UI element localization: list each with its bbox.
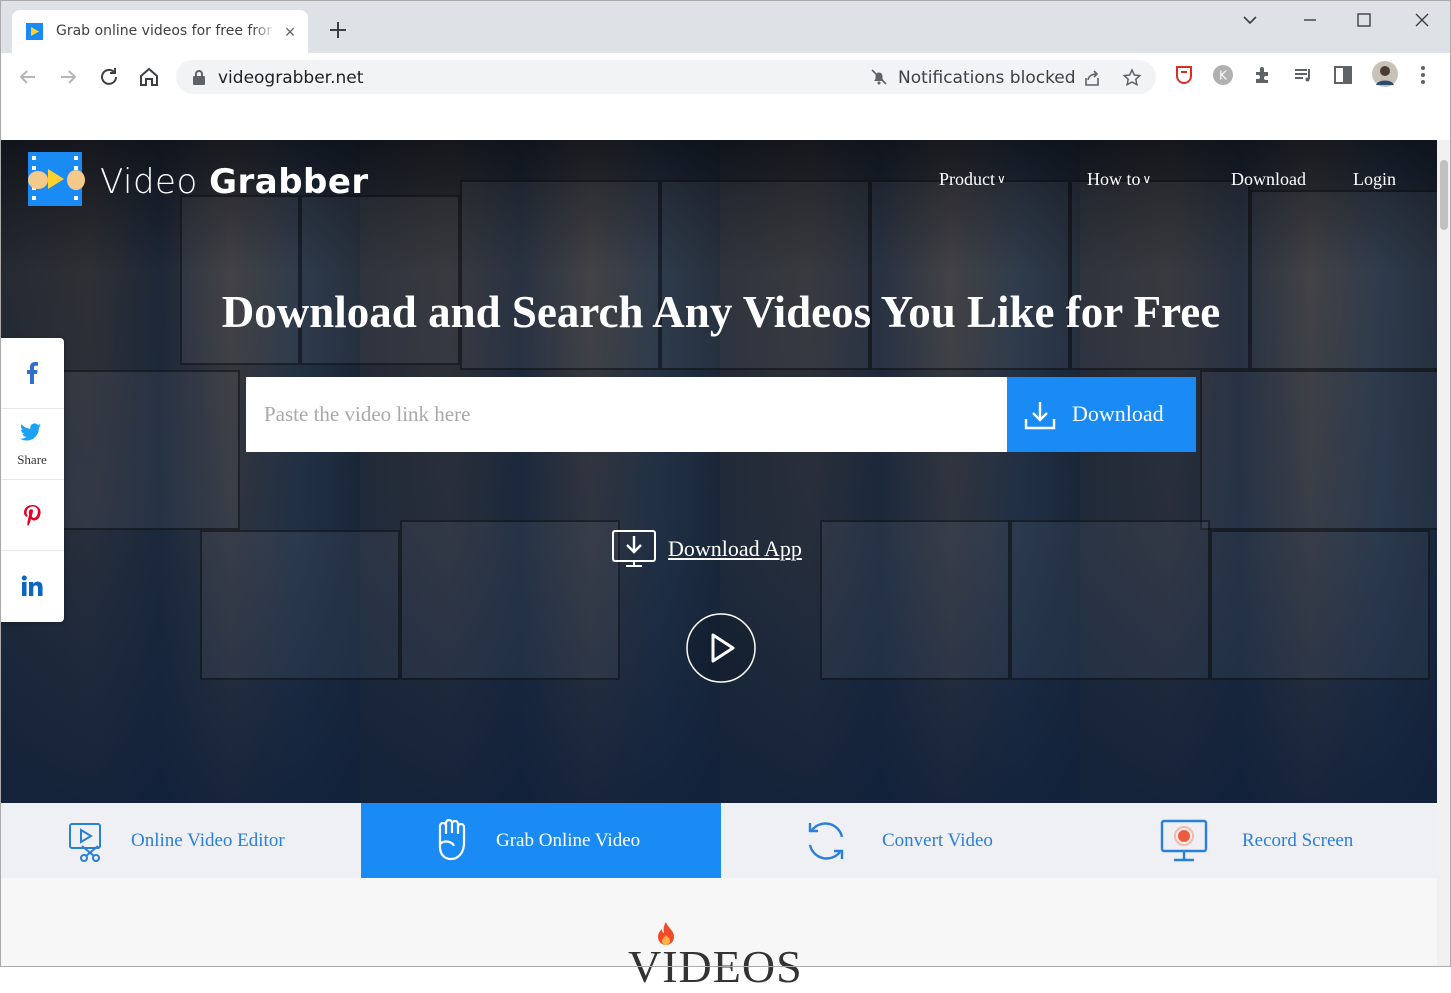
share-facebook[interactable] — [0, 338, 64, 409]
play-video-icon[interactable] — [686, 613, 756, 683]
share-page-icon[interactable] — [1082, 68, 1102, 88]
linkedin-icon — [21, 575, 43, 596]
tab-title-fade — [252, 20, 276, 42]
video-editor-icon — [69, 823, 101, 862]
address-bar[interactable]: videograbber.net Notifications blocked — [176, 60, 1156, 94]
media-control-icon[interactable] — [1292, 64, 1314, 86]
chevron-down-icon: ∨ — [1142, 172, 1152, 186]
tab-close-icon[interactable]: × — [280, 22, 300, 42]
close-window-icon[interactable] — [1408, 6, 1436, 34]
logo-bold-text: Grabber — [209, 162, 369, 202]
pinterest-icon — [24, 505, 41, 526]
new-tab-icon[interactable] — [326, 18, 350, 42]
back-icon[interactable] — [16, 65, 40, 89]
download-app-icon — [612, 530, 656, 567]
feature-online-video-editor[interactable]: Online Video Editor — [0, 803, 361, 878]
url-text[interactable]: videograbber.net — [218, 68, 363, 88]
profile-avatar[interactable] — [1372, 61, 1398, 87]
page-top-gap — [0, 100, 1451, 140]
browser-toolbar: videograbber.net Notifications blocked K — [0, 53, 1451, 100]
video-link-input[interactable] — [246, 377, 1007, 452]
video-grabber-logo-icon[interactable] — [26, 152, 86, 206]
forward-icon[interactable] — [56, 65, 80, 89]
side-panel-icon[interactable] — [1332, 64, 1354, 86]
grab-hand-icon — [438, 818, 466, 861]
scrollbar-thumb[interactable] — [1440, 160, 1448, 230]
tab-title: Grab online videos for free from — [56, 23, 272, 39]
site-logo-text[interactable]: Video Grabber — [100, 162, 369, 202]
browser-menu-icon[interactable] — [1412, 64, 1434, 86]
chevron-down-icon: ∨ — [997, 172, 1006, 186]
feature-convert-video[interactable]: Convert Video — [721, 803, 1079, 878]
twitter-icon — [20, 423, 42, 441]
feature-convert-video-label: Convert Video — [882, 830, 993, 851]
twitter-share-label: Share — [17, 452, 47, 467]
hero-section: Video Grabber Product ∨ How to ∨ Download … — [0, 140, 1437, 803]
lock-icon[interactable] — [192, 69, 206, 85]
tab-search-chevron-down-icon[interactable] — [1236, 6, 1264, 34]
videos-section: VIDEOS — [0, 878, 1437, 992]
convert-arrows-icon — [808, 822, 844, 860]
hero-background-collage — [0, 140, 1437, 803]
feature-online-video-editor-label: Online Video Editor — [131, 830, 285, 851]
notification-blocked-icon[interactable] — [870, 68, 888, 86]
record-screen-icon — [1160, 819, 1208, 862]
nav-how-to-label: How to — [1087, 169, 1141, 189]
feature-grab-online-video[interactable]: Grab Online Video — [361, 803, 721, 878]
feature-record-screen[interactable]: Record Screen — [1079, 803, 1437, 878]
nav-product-label: Product — [939, 169, 995, 189]
download-button[interactable]: Download — [1007, 377, 1196, 452]
browser-tab[interactable]: Grab online videos for free from × — [12, 10, 308, 53]
extension-shield-icon[interactable] — [1173, 64, 1195, 86]
facebook-icon — [27, 362, 38, 384]
site-favicon-icon — [26, 23, 43, 40]
maximize-icon[interactable] — [1350, 6, 1378, 34]
minimize-icon[interactable] — [1296, 6, 1324, 34]
feature-record-screen-label: Record Screen — [1242, 830, 1354, 851]
share-pinterest[interactable] — [0, 480, 64, 551]
share-twitter[interactable]: Share — [0, 409, 64, 480]
nav-login[interactable]: Login — [1353, 169, 1396, 190]
download-app-text[interactable]: Download App — [668, 536, 802, 562]
hero-title: Download and Search Any Videos You Like … — [221, 287, 1221, 337]
browser-tabstrip: Grab online videos for free from × — [0, 0, 1451, 53]
home-icon[interactable] — [137, 65, 161, 89]
extensions-puzzle-icon[interactable] — [1252, 64, 1274, 86]
extension-k-icon[interactable]: K — [1212, 64, 1234, 86]
reload-icon[interactable] — [97, 65, 121, 89]
nav-how-to[interactable]: How to ∨ — [1087, 169, 1151, 190]
svg-text:K: K — [1219, 69, 1228, 83]
download-icon — [1024, 402, 1056, 430]
share-linkedin[interactable] — [0, 551, 64, 622]
nav-product[interactable]: Product ∨ — [939, 169, 1006, 190]
logo-light-text: Video — [100, 162, 210, 202]
feature-grab-online-video-label: Grab Online Video — [496, 830, 641, 851]
download-button-label: Download — [1072, 401, 1164, 426]
feature-tabs: Online Video Editor Grab Online Video Co… — [0, 803, 1437, 878]
bookmark-star-icon[interactable] — [1122, 68, 1142, 88]
social-share-sidebar: Share — [0, 338, 64, 622]
nav-download[interactable]: Download — [1231, 169, 1306, 190]
notifications-blocked-text[interactable]: Notifications blocked — [898, 68, 1076, 88]
page-scrollbar[interactable] — [1437, 140, 1451, 967]
